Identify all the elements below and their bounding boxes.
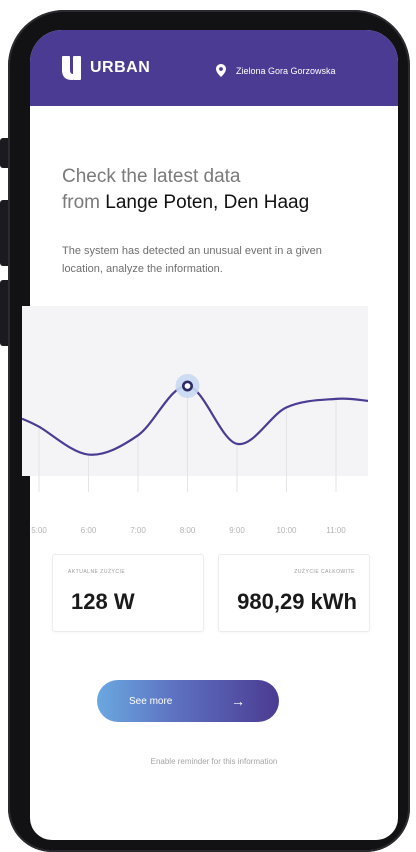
chart-data-point[interactable] [231,438,243,450]
total-usage-label: ZUŻYCIE CAŁKOWITE [294,569,355,575]
enable-reminder-link[interactable]: Enable reminder for this information [30,757,398,766]
title-line-1: Check the latest data [62,166,241,187]
chart-x-tick-label: 7:00 [130,526,146,535]
chart-x-tick-label: 9:00 [229,526,245,535]
total-usage-value: 980,29 kWh [237,589,357,614]
chart-series-line [22,384,368,456]
page-title: Check the latest data from Lange Poten, … [62,164,309,216]
title-from-word: from [62,192,100,213]
location-selector[interactable]: Zielona Gora Gorzowska [216,64,336,77]
chart-data-point[interactable] [83,449,95,461]
title-place: Lange Poten, Den Haag [105,192,310,213]
location-label: Zielona Gora Gorzowska [236,65,336,76]
chart-data-point[interactable] [132,429,144,441]
phone-side-button [0,280,8,346]
current-usage-card[interactable]: AKTUALNE ZUŻYCIE 128 W [52,554,204,632]
arrow-right-icon: → [231,693,245,709]
chart-x-tick-label: 10:00 [276,526,297,535]
see-more-button[interactable]: See more → [97,680,279,722]
see-more-label: See more [129,695,173,707]
usage-line-chart: 5:00 6:00 7:00 8:00 9:00 10:00 11:00 [22,374,368,535]
app-header: URBAN Zielona Gora Gorzowska [30,30,398,106]
chart-data-point[interactable] [33,421,45,433]
location-pin-icon [216,64,226,77]
chart-highlight-marker[interactable] [182,380,194,392]
event-description: The system has detected an unusual event… [62,245,322,275]
total-usage-card[interactable]: ZUŻYCIE CAŁKOWITE 980,29 kWh [218,554,370,632]
chart-data-point[interactable] [330,393,342,405]
title-line-2: from Lange Poten, Den Haag [62,190,309,216]
chart-x-tick-label: 8:00 [180,526,196,535]
current-usage-label: AKTUALNE ZUŻYCIE [68,569,126,575]
brand-name: URBAN [90,59,151,76]
urban-logo-icon [62,56,81,80]
current-usage-value: 128 W [71,589,135,614]
phone-side-button [0,138,8,168]
chart-data-point[interactable] [281,401,293,413]
chart-x-tick-label: 11:00 [326,526,346,535]
brand-logo[interactable]: URBAN [62,56,150,80]
chart-x-tick-label: 5:00 [31,526,47,535]
chart-x-tick-label: 6:00 [81,526,97,535]
page: URBAN Zielona Gora Gorzowska Check the l… [0,0,416,852]
phone-side-button [0,200,8,266]
